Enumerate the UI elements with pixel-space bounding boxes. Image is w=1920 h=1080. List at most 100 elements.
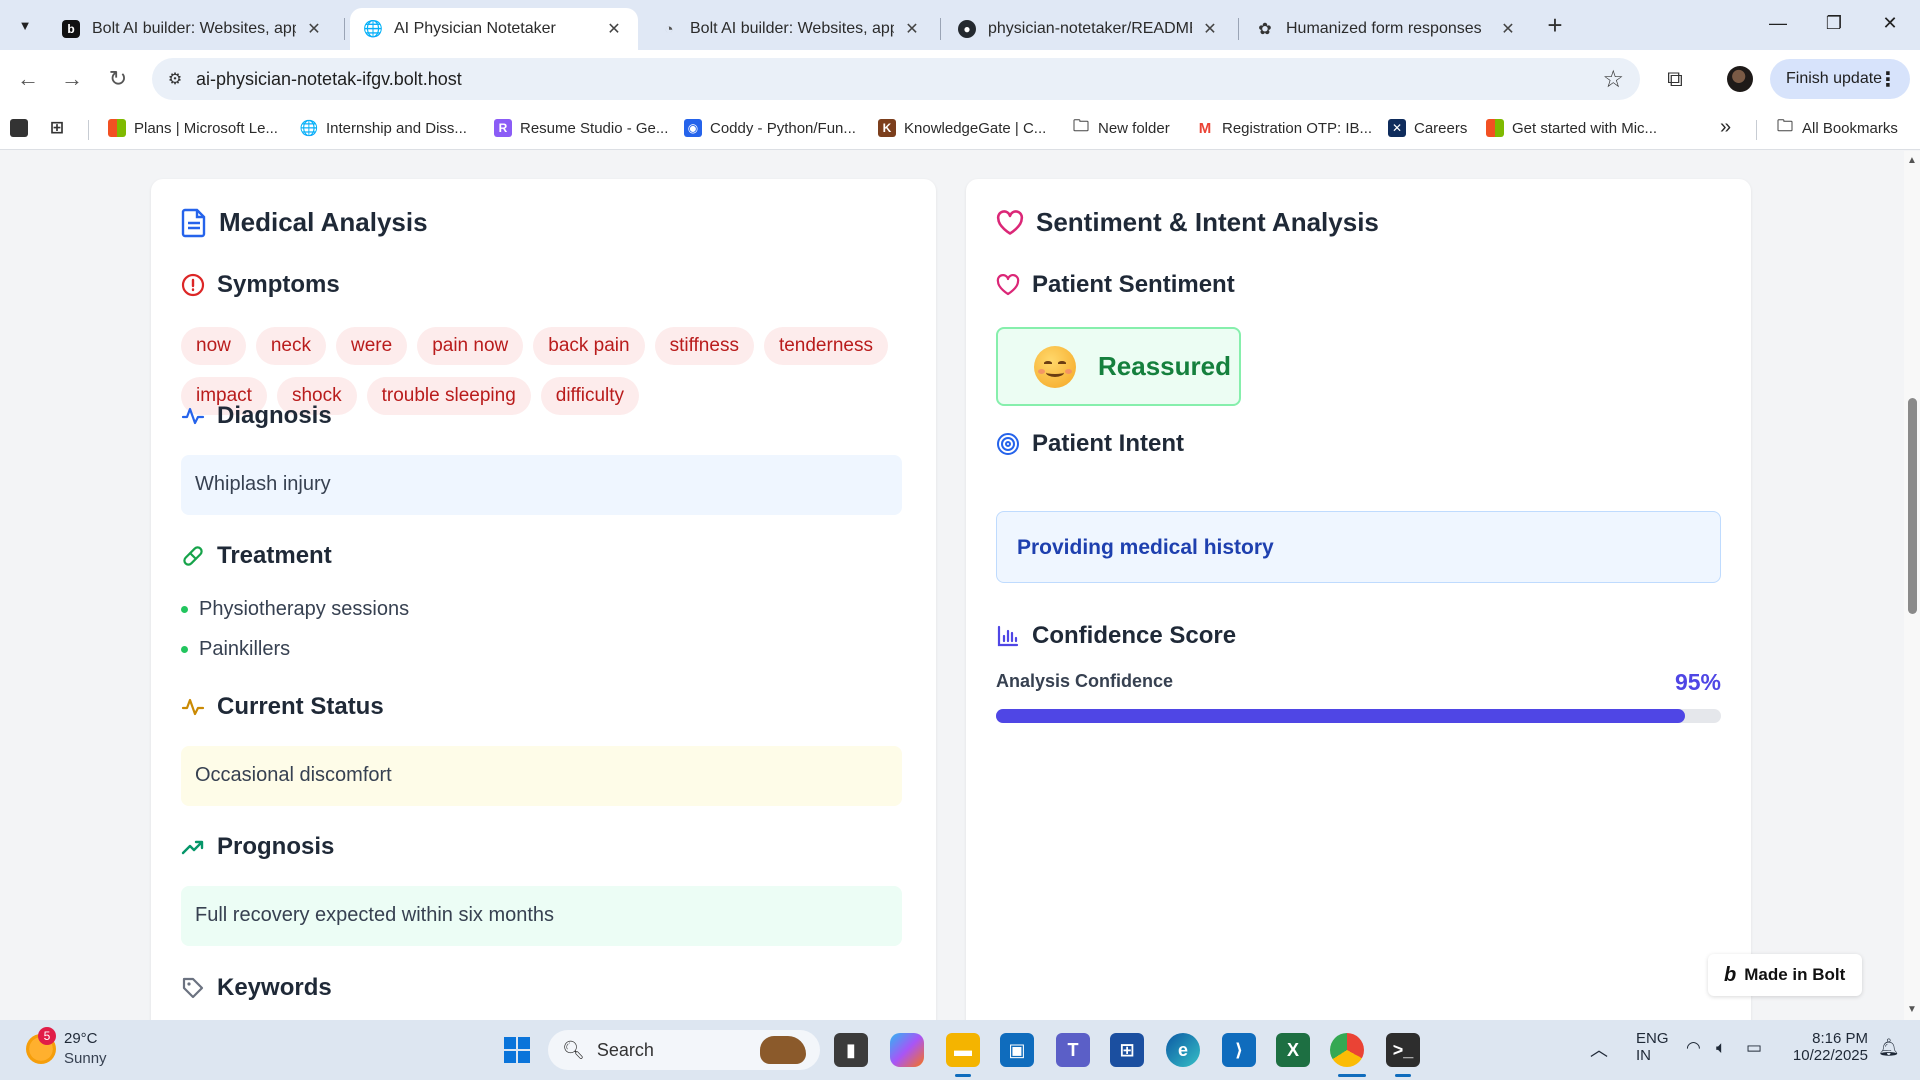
made-in-bolt-badge[interactable]: b Made in Bolt (1708, 954, 1862, 996)
treatment-heading: Treatment (181, 542, 332, 570)
tab-divider (344, 18, 345, 40)
browser-toolbar: ← → ↻ ⚙ ai-physician-notetak-ifgv.bolt.h… (0, 50, 1920, 108)
back-button[interactable]: ← (12, 63, 44, 95)
volume-icon[interactable]: 🔈︎ (1716, 1038, 1726, 1058)
weather-temperature[interactable]: 29°C (64, 1030, 98, 1047)
knowledgegate-icon: K (878, 119, 896, 137)
bookmark-microsoft-learn[interactable]: Plans | Microsoft Le... (108, 119, 278, 137)
treatment-item: Physiotherapy sessions (181, 589, 409, 629)
remote-desktop-icon[interactable]: ▣ (1000, 1033, 1034, 1067)
terminal-icon[interactable]: >_ (1386, 1033, 1420, 1067)
close-window-button[interactable]: ✕ (1870, 8, 1910, 38)
panel-icon (10, 119, 28, 137)
resume-studio-icon: R (494, 119, 512, 137)
treatment-text: Physiotherapy sessions (199, 597, 410, 620)
close-tab-icon[interactable]: ✕ (902, 19, 922, 39)
bookmark-resume-studio[interactable]: R Resume Studio - Ge... (494, 119, 668, 137)
sidebar-toggle[interactable] (10, 119, 36, 137)
tab-ai-physician-notetaker[interactable]: 🌐 AI Physician Notetaker ✕ (350, 8, 638, 50)
minimize-button[interactable]: — (1758, 8, 1798, 38)
region-code: IN (1636, 1047, 1651, 1064)
alert-circle-icon (181, 273, 205, 297)
new-tab-button[interactable]: + (1540, 10, 1570, 40)
made-in-bolt-label: Made in Bolt (1744, 965, 1846, 984)
profile-avatar[interactable] (1727, 66, 1753, 92)
restore-button[interactable]: ❐ (1814, 8, 1854, 38)
activity-icon (181, 698, 205, 716)
language-indicator[interactable]: ENG IN (1636, 1030, 1669, 1064)
scrollbar-thumb[interactable] (1908, 398, 1917, 614)
bookmark-careers[interactable]: ✕ Careers (1388, 119, 1467, 137)
bookmark-label: Internship and Diss... (326, 119, 467, 137)
heart-icon (996, 274, 1020, 296)
weather-condition[interactable]: Sunny (64, 1050, 107, 1067)
more-bookmarks-button[interactable]: » (1720, 116, 1731, 139)
current-status-value: Occasional discomfort (181, 746, 902, 806)
current-status-heading: Current Status (181, 693, 384, 721)
bookmark-coddy[interactable]: ◉ Coddy - Python/Fun... (684, 119, 856, 137)
windows-taskbar: 5 29°C Sunny 🔍︎ Search ▮ ▬ ▣ T ⊞ e ⟩ X >… (0, 1020, 1920, 1080)
bookmark-new-folder[interactable]: 🗀 New folder (1072, 118, 1170, 137)
notifications-bell-icon[interactable]: 🔔︎ (1878, 1038, 1900, 1058)
teams-icon[interactable]: T (1056, 1033, 1090, 1067)
bullet-icon (181, 605, 188, 613)
reload-button[interactable]: ↻ (102, 63, 134, 95)
bar-chart-icon (997, 625, 1019, 647)
pill-icon (183, 546, 203, 566)
scroll-down-arrow-icon[interactable]: ▼ (1907, 1004, 1917, 1015)
microsoft-store-icon[interactable]: ⊞ (1110, 1033, 1144, 1067)
tab-bolt-2[interactable]: ◔ Bolt AI builder: Websites, apps & ✕ (646, 8, 936, 50)
close-tab-icon[interactable]: ✕ (1200, 19, 1220, 39)
finish-update-button[interactable]: Finish update ⋮ (1770, 59, 1910, 99)
search-placeholder: Search (596, 1039, 654, 1060)
address-bar[interactable]: ⚙ ai-physician-notetak-ifgv.bolt.host ☆ (152, 58, 1640, 100)
page-scrollbar[interactable]: ▲ ▼ (1904, 151, 1920, 1020)
system-clock[interactable]: 8:16 PM 10/22/2025 (1788, 1030, 1868, 1064)
tab-title: Humanized form responses (1286, 20, 1482, 37)
tab-divider (940, 18, 941, 40)
windows-start-icon[interactable] (500, 1033, 534, 1067)
tab-search-dropdown[interactable]: ▼ (10, 10, 40, 40)
keywords-heading: Keywords (181, 974, 332, 1002)
url-text[interactable]: ai-physician-notetak-ifgv.bolt.host (196, 69, 462, 90)
file-explorer-icon[interactable]: ▬ (946, 1033, 980, 1067)
coddy-icon: ◉ (684, 119, 702, 137)
bookmark-label: New folder (1098, 119, 1170, 137)
tab-bolt-1[interactable]: b Bolt AI builder: Websites, apps & ✕ (48, 8, 338, 50)
copilot-icon[interactable] (890, 1033, 924, 1067)
sentiment-intent-title: Sentiment & Intent Analysis (996, 207, 1379, 238)
task-view-icon[interactable]: ▮ (834, 1033, 868, 1067)
tab-github-readme[interactable]: ● physician-notetaker/README.m ✕ (944, 8, 1234, 50)
bookmark-label: Resume Studio - Ge... (520, 119, 669, 137)
bookmark-registration-otp[interactable]: M Registration OTP: IB... (1196, 119, 1372, 137)
close-tab-icon[interactable]: ✕ (604, 19, 624, 39)
close-tab-icon[interactable]: ✕ (1498, 19, 1518, 39)
edge-icon[interactable]: e (1166, 1033, 1200, 1067)
chrome-icon[interactable] (1330, 1033, 1364, 1067)
taskbar-search-box[interactable]: 🔍︎ Search (548, 1030, 820, 1070)
close-tab-icon[interactable]: ✕ (304, 19, 324, 39)
bookmark-divider (1756, 120, 1757, 140)
battery-icon[interactable]: ▭ (1746, 1038, 1762, 1058)
active-app-indicator (1338, 1074, 1366, 1077)
show-hidden-icons-chevron-icon[interactable]: ︿ (1590, 1036, 1608, 1062)
bookmark-internship[interactable]: 🌐 Internship and Diss... (300, 119, 467, 138)
scroll-up-arrow-icon[interactable]: ▲ (1907, 155, 1917, 166)
wifi-icon[interactable]: ◠ (1686, 1038, 1701, 1058)
section-title: Keywords (217, 974, 332, 1001)
bookmark-star-icon[interactable]: ☆ (1602, 65, 1624, 94)
tab-title: Bolt AI builder: Websites, apps & (690, 20, 894, 37)
menu-kebab-icon: ⋮ (1878, 69, 1898, 91)
bookmark-get-started[interactable]: Get started with Mic... (1486, 119, 1657, 137)
all-bookmarks-button[interactable]: 🗀 All Bookmarks (1776, 118, 1898, 137)
tab-humanized-form[interactable]: ✿ Humanized form responses ✕ (1242, 8, 1532, 50)
microsoft-icon (108, 119, 126, 137)
site-settings-icon[interactable]: ⚙ (164, 68, 186, 90)
confidence-progress-fill (996, 709, 1685, 723)
extensions-icon[interactable]: ⧉ (1660, 64, 1690, 94)
bookmark-knowledgegate[interactable]: K KnowledgeGate | C... (878, 119, 1046, 137)
forward-button[interactable]: → (56, 63, 88, 95)
apps-button[interactable]: ⊞ (48, 118, 74, 137)
vscode-icon[interactable]: ⟩ (1222, 1033, 1256, 1067)
excel-icon[interactable]: X (1276, 1033, 1310, 1067)
